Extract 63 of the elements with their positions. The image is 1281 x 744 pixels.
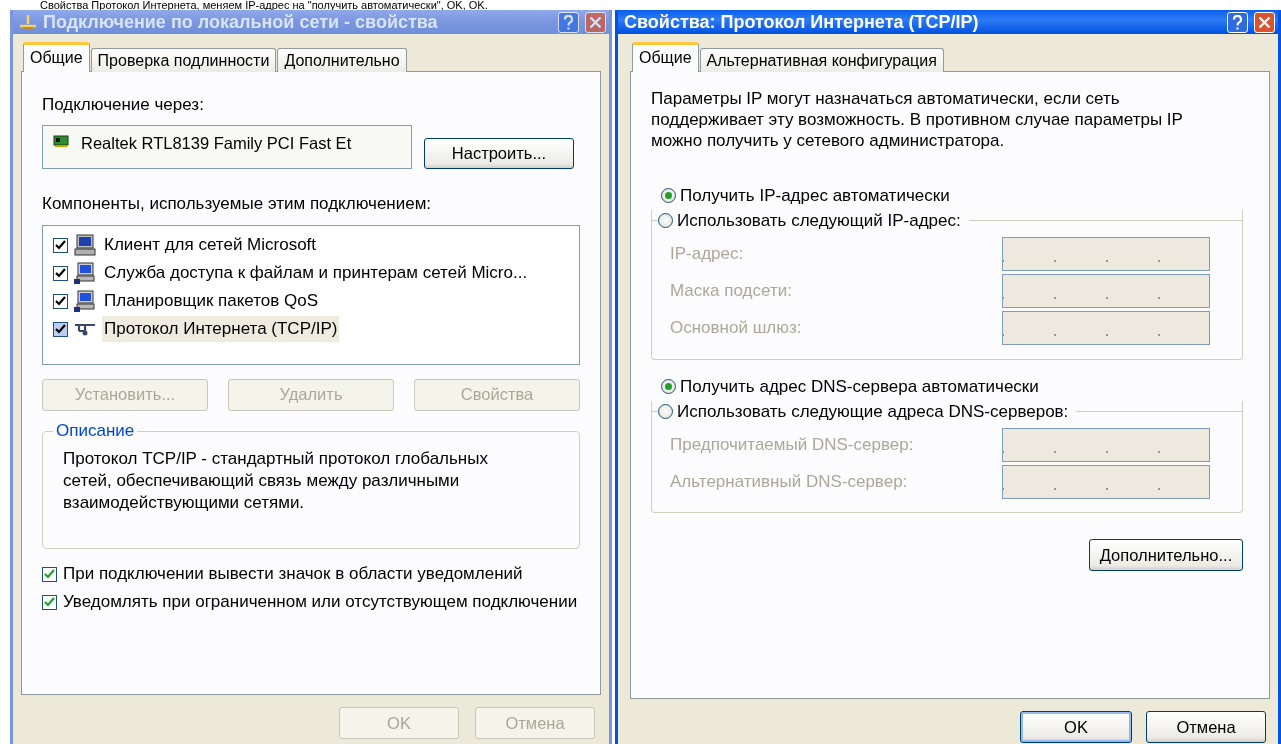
section-label: Компоненты, используемые этим подключением: [42, 193, 433, 215]
dialog-button[interactable]: Отмена [1146, 711, 1266, 743]
component-item[interactable]: Протокол Интернета (TCP/IP) [102, 316, 340, 342]
help-button[interactable] [1227, 11, 1248, 33]
network-card-icon [53, 134, 71, 149]
tab[interactable]: Общие [632, 42, 699, 72]
computer-icon [74, 262, 96, 284]
question-mark-icon [1232, 14, 1243, 30]
network-icon [19, 14, 37, 30]
radio-dot-icon [665, 192, 672, 200]
section-label: Подключение через: [42, 94, 205, 116]
radio-label: Использовать следующие адреса DNS-серверов: [677, 400, 1070, 422]
caption-text: Свойства Протокол Интернета, меняем IP-адрес на "получить автоматически", OK, OK. [39, 0, 489, 10]
close-icon [1258, 15, 1271, 29]
radio-button[interactable] [661, 188, 676, 204]
checkbox[interactable] [42, 594, 57, 610]
question-mark-icon [563, 14, 574, 30]
ip-address-field[interactable] [1002, 237, 1210, 271]
field-label: Альтернативный DNS-сервер: [670, 470, 908, 493]
window-title: Свойства: Протокол Интернета (TCP/IP) [624, 11, 980, 33]
checkbox[interactable] [53, 321, 68, 337]
field-label: Основной шлюз: [670, 317, 802, 339]
dialog-button[interactable]: OK [1020, 711, 1132, 743]
checkbox[interactable] [42, 566, 57, 582]
radio-button[interactable] [658, 403, 673, 419]
component-item[interactable]: Планировщик пакетов QoS [102, 288, 321, 314]
component-item[interactable]: Служба доступа к файлам и принтерам сетей Micro... [102, 260, 530, 286]
tab[interactable]: Дополнительно [277, 48, 407, 72]
option-label: При подключении вывести значок в области уведомлений [63, 562, 524, 585]
radio-label: Получить IP-адрес автоматически [680, 185, 951, 207]
network-protocol-icon [74, 322, 96, 336]
field-label: IP-адрес: [670, 243, 744, 265]
option-label: Уведомлять при ограниченном или отсутствующем подключении [63, 590, 579, 613]
window-title: Подключение по локальной сети - свойства [43, 11, 439, 33]
field-label: Предпочитаемый DNS-сервер: [670, 433, 914, 456]
checkbox[interactable] [53, 265, 68, 281]
ip-address-field[interactable] [1002, 464, 1210, 499]
radio-dot-icon [665, 382, 672, 390]
checkbox[interactable] [53, 293, 68, 309]
computer-icon [74, 290, 96, 312]
checkbox[interactable] [53, 237, 68, 253]
close-button[interactable] [1254, 11, 1275, 33]
adapter-field: Realtek RTL8139 Family PCI Fast Et [42, 125, 412, 170]
computer-icon [74, 234, 96, 256]
ip-address-field[interactable] [1002, 274, 1210, 308]
ip-address-field[interactable] [1002, 311, 1210, 345]
radio-label: Использовать следующий IP-адрес: [677, 210, 962, 232]
description-text: Протокол TCP/IP - стандартный протокол глобальных сетей, обеспечивающий связь между различными взаимодействующими сетями. [63, 447, 489, 514]
field-label: Маска подсети: [670, 280, 792, 302]
close-button[interactable] [585, 11, 606, 33]
radio-button[interactable] [658, 213, 673, 229]
ip-address-field[interactable] [1002, 427, 1210, 462]
advanced-button[interactable]: Дополнительно... [1089, 539, 1243, 571]
tab[interactable]: Проверка подлинности [90, 48, 277, 72]
tab[interactable]: Альтернативная конфигурация [699, 48, 944, 72]
configure-button[interactable]: Настроить... [424, 138, 574, 170]
tab[interactable]: Общие [23, 42, 90, 72]
radio-label: Получить адрес DNS-сервера автоматически [680, 375, 1040, 397]
intro-text: Параметры IP могут назначаться автоматически, если сеть поддерживает эту возможность. В противном случае параметры IP можно получить у сетевого администратора. [651, 88, 1184, 151]
component-item[interactable]: Клиент для сетей Microsoft [102, 232, 319, 258]
help-button[interactable] [558, 11, 579, 33]
close-icon [589, 15, 602, 29]
radio-button[interactable] [661, 378, 676, 394]
